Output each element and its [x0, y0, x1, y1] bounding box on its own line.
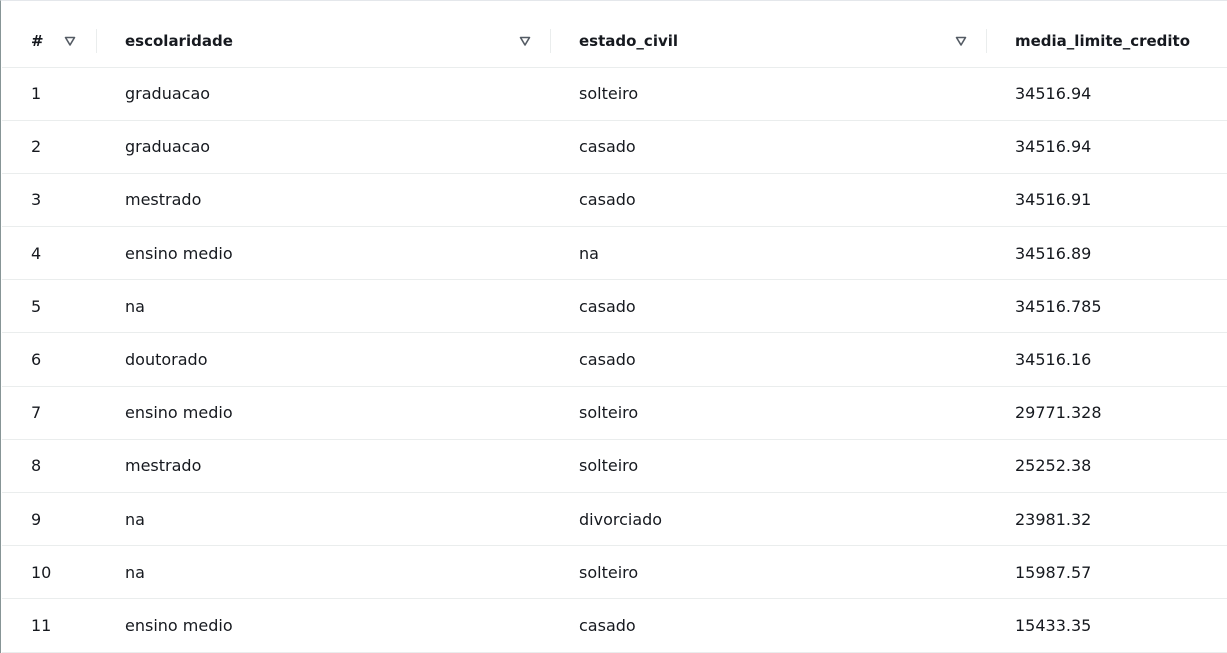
table-header-row: # escolaridade estado_civil media_limite… — [2, 15, 1227, 68]
cell-escolaridade: ensino medio — [97, 226, 551, 281]
table-row[interactable]: 6 doutorado casado 34516.16 — [2, 332, 1227, 387]
cell-escolaridade: na — [97, 492, 551, 547]
cell-estado-civil: casado — [551, 598, 987, 653]
table-row[interactable]: 1 graduacao solteiro 34516.94 — [2, 67, 1227, 121]
cell-escolaridade: na — [97, 279, 551, 334]
sort-caret-icon[interactable] — [519, 35, 531, 47]
column-header-label: # — [31, 31, 44, 50]
cell-row-number: 8 — [2, 439, 97, 494]
sort-caret-icon[interactable] — [64, 35, 76, 47]
cell-escolaridade: na — [97, 545, 551, 600]
cell-escolaridade: mestrado — [97, 439, 551, 494]
cell-estado-civil: solteiro — [551, 67, 987, 121]
cell-estado-civil: divorciado — [551, 492, 987, 547]
cell-row-number: 9 — [2, 492, 97, 547]
cell-media-limite-credito: 34516.16 — [987, 332, 1227, 387]
column-header-media-limite-credito[interactable]: media_limite_credito — [987, 15, 1227, 68]
table-row[interactable]: 8 mestrado solteiro 25252.38 — [2, 439, 1227, 494]
cell-estado-civil: casado — [551, 332, 987, 387]
cell-row-number: 7 — [2, 386, 97, 440]
table-row[interactable]: 11 ensino medio casado 15433.35 — [2, 598, 1227, 653]
cell-media-limite-credito: 34516.91 — [987, 173, 1227, 228]
cell-estado-civil: solteiro — [551, 545, 987, 600]
cell-escolaridade: mestrado — [97, 173, 551, 228]
cell-media-limite-credito: 25252.38 — [987, 439, 1227, 494]
cell-media-limite-credito: 29771.328 — [987, 386, 1227, 440]
column-header-label: estado_civil — [579, 31, 679, 50]
cell-estado-civil: solteiro — [551, 439, 987, 494]
cell-row-number: 4 — [2, 226, 97, 281]
cell-estado-civil: solteiro — [551, 386, 987, 440]
cell-media-limite-credito: 34516.785 — [987, 279, 1227, 334]
table-row[interactable]: 7 ensino medio solteiro 29771.328 — [2, 386, 1227, 440]
results-table: # escolaridade estado_civil media_limite… — [2, 15, 1227, 653]
table-row[interactable]: 4 ensino medio na 34516.89 — [2, 226, 1227, 281]
cell-escolaridade: ensino medio — [97, 598, 551, 653]
cell-escolaridade: graduacao — [97, 67, 551, 121]
results-table-container: # escolaridade estado_civil media_limite… — [0, 0, 1227, 653]
table-row[interactable]: 5 na casado 34516.785 — [2, 279, 1227, 334]
cell-row-number: 3 — [2, 173, 97, 228]
cell-row-number: 11 — [2, 598, 97, 653]
cell-escolaridade: doutorado — [97, 332, 551, 387]
cell-row-number: 6 — [2, 332, 97, 387]
cell-row-number: 1 — [2, 67, 97, 121]
cell-estado-civil: casado — [551, 279, 987, 334]
table-row[interactable]: 2 graduacao casado 34516.94 — [2, 120, 1227, 174]
cell-escolaridade: graduacao — [97, 120, 551, 174]
cell-row-number: 5 — [2, 279, 97, 334]
cell-estado-civil: casado — [551, 120, 987, 174]
cell-media-limite-credito: 23981.32 — [987, 492, 1227, 547]
column-header-estado-civil[interactable]: estado_civil — [551, 15, 987, 68]
cell-row-number: 10 — [2, 545, 97, 600]
cell-media-limite-credito: 15987.57 — [987, 545, 1227, 600]
cell-media-limite-credito: 34516.94 — [987, 120, 1227, 174]
cell-media-limite-credito: 34516.94 — [987, 67, 1227, 121]
table-row[interactable]: 3 mestrado casado 34516.91 — [2, 173, 1227, 228]
cell-row-number: 2 — [2, 120, 97, 174]
table-row[interactable]: 9 na divorciado 23981.32 — [2, 492, 1227, 547]
cell-estado-civil: na — [551, 226, 987, 281]
cell-estado-civil: casado — [551, 173, 987, 228]
cell-media-limite-credito: 34516.89 — [987, 226, 1227, 281]
cell-escolaridade: ensino medio — [97, 386, 551, 440]
table-row[interactable]: 10 na solteiro 15987.57 — [2, 545, 1227, 600]
cell-media-limite-credito: 15433.35 — [987, 598, 1227, 653]
sort-caret-icon[interactable] — [955, 35, 967, 47]
column-header-num[interactable]: # — [2, 15, 97, 68]
column-header-label: media_limite_credito — [1015, 31, 1191, 50]
column-header-label: escolaridade — [125, 31, 233, 50]
column-header-escolaridade[interactable]: escolaridade — [97, 15, 551, 68]
